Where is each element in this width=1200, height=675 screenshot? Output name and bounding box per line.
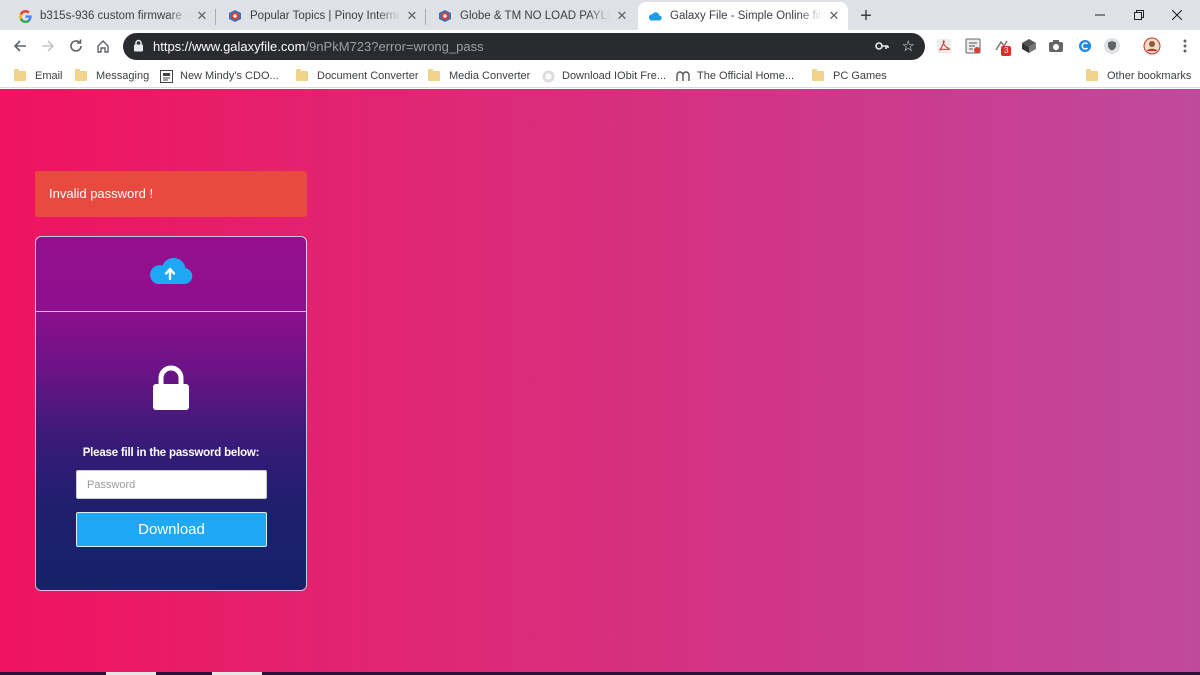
tab-title: b315s-936 custom firmware - Go [40, 10, 190, 22]
tab-pinoy-internet[interactable]: Popular Topics | Pinoy Internet ar ✕ [218, 2, 426, 30]
error-alert: Invalid password ! [35, 171, 307, 217]
padlock-icon [152, 365, 190, 414]
folder-icon [296, 69, 308, 81]
download-button[interactable]: Download [76, 512, 267, 547]
forward-button[interactable] [36, 34, 60, 58]
iobit-icon [541, 69, 555, 83]
password-prompt: Please fill in the password below: [82, 447, 260, 459]
tab-galaxy-file[interactable]: Galaxy File - Simple Online file st ✕ [638, 2, 848, 30]
home-logo-icon [676, 69, 690, 83]
camera-extension-icon[interactable] [1047, 37, 1065, 55]
address-bar[interactable]: https://www.galaxyfile.com/9nPkM723?erro… [123, 33, 925, 60]
bookmark-label: Download IObit Fre... [562, 70, 666, 82]
folder-icon [1086, 69, 1098, 81]
bookmark-label: The Official Home... [697, 70, 794, 82]
url-host: https://www.galaxyfile.com [153, 39, 306, 54]
close-icon[interactable]: ✕ [404, 8, 420, 24]
reload-button[interactable] [64, 34, 88, 58]
bookmarks-bar: Email Messaging New Mindy's CDO... Docum… [0, 63, 1200, 88]
bookmark-official-home[interactable]: The Official Home... [676, 67, 794, 85]
bookmark-iobit[interactable]: Download IObit Fre... [541, 67, 666, 85]
page-background: Invalid password ! Please fill in the pa… [0, 89, 1200, 675]
folder-icon [75, 69, 87, 81]
bookmark-label: Media Converter [449, 70, 531, 82]
bookmark-other-bookmarks[interactable]: Other bookmarks [1086, 67, 1191, 85]
tab-title: Popular Topics | Pinoy Internet ar [250, 10, 400, 22]
close-window-button[interactable] [1154, 0, 1200, 30]
tab-globe-tm-payload[interactable]: Globe & TM NO LOAD PAYLOAD ✕ [428, 2, 636, 30]
menu-kebab-icon[interactable] [1176, 37, 1194, 55]
close-icon[interactable]: ✕ [614, 8, 630, 24]
shield-extension-icon[interactable] [1103, 37, 1121, 55]
tab-google-search[interactable]: b315s-936 custom firmware - Go ✕ [8, 2, 216, 30]
key-icon[interactable] [875, 39, 889, 56]
folder-icon [14, 69, 26, 81]
bookmark-label: Other bookmarks [1107, 70, 1192, 82]
home-button[interactable] [91, 34, 115, 58]
extension-badge: 3 [1001, 46, 1012, 56]
bookmark-star-icon[interactable]: ☆ [902, 37, 915, 55]
folder-icon [812, 69, 824, 81]
browser-toolbar: https://www.galaxyfile.com/9nPkM723?erro… [0, 30, 1200, 63]
profile-avatar-icon[interactable] [1143, 37, 1161, 55]
url-text: https://www.galaxyfile.com/9nPkM723?erro… [153, 39, 484, 54]
close-icon[interactable]: ✕ [194, 8, 210, 24]
tab-separator [215, 9, 216, 25]
google-icon [18, 9, 32, 23]
bookmark-new-mindys[interactable]: New Mindy's CDO... [159, 67, 279, 85]
password-input[interactable] [76, 470, 267, 499]
bookmark-email[interactable]: Email [14, 67, 63, 85]
card-header [36, 237, 306, 312]
pdf-extension-icon[interactable] [935, 37, 953, 55]
cloud-icon [648, 9, 662, 23]
bookmark-label: PC Games [833, 70, 887, 82]
new-tab-button[interactable]: + [854, 4, 878, 28]
bookmark-document-converter[interactable]: Document Converter [296, 67, 419, 85]
bookmark-media-converter[interactable]: Media Converter [428, 67, 530, 85]
lock-icon[interactable] [133, 39, 144, 55]
download-card: Please fill in the password below: Downl… [35, 236, 307, 591]
tab-title: Galaxy File - Simple Online file st [670, 10, 822, 22]
bookmark-messaging[interactable]: Messaging [75, 67, 149, 85]
folder-icon [428, 69, 440, 81]
back-button[interactable] [8, 34, 32, 58]
tab-separator [425, 9, 426, 25]
circle-c-extension-icon[interactable] [1076, 37, 1094, 55]
tab-title: Globe & TM NO LOAD PAYLOAD [460, 10, 610, 22]
pinoy-forum-icon [438, 9, 452, 23]
pinoy-forum-icon [228, 9, 242, 23]
bookmark-label: Email [35, 70, 63, 82]
bookmark-pc-games[interactable]: PC Games [812, 67, 887, 85]
share-extension-icon[interactable]: 3 [992, 37, 1012, 56]
bookmark-label: New Mindy's CDO... [180, 70, 279, 82]
bookmark-label: Messaging [96, 70, 150, 82]
bookmark-label: Document Converter [317, 70, 419, 82]
url-path: /9nPkM723?error=wrong_pass [305, 39, 484, 54]
cube-extension-icon[interactable] [1020, 37, 1038, 55]
page-icon [159, 69, 173, 83]
close-icon[interactable]: ✕ [826, 8, 842, 24]
reader-extension-icon[interactable] [964, 37, 982, 55]
cloud-upload-icon [147, 257, 193, 290]
tab-strip: b315s-936 custom firmware - Go ✕ Popular… [0, 0, 1200, 30]
